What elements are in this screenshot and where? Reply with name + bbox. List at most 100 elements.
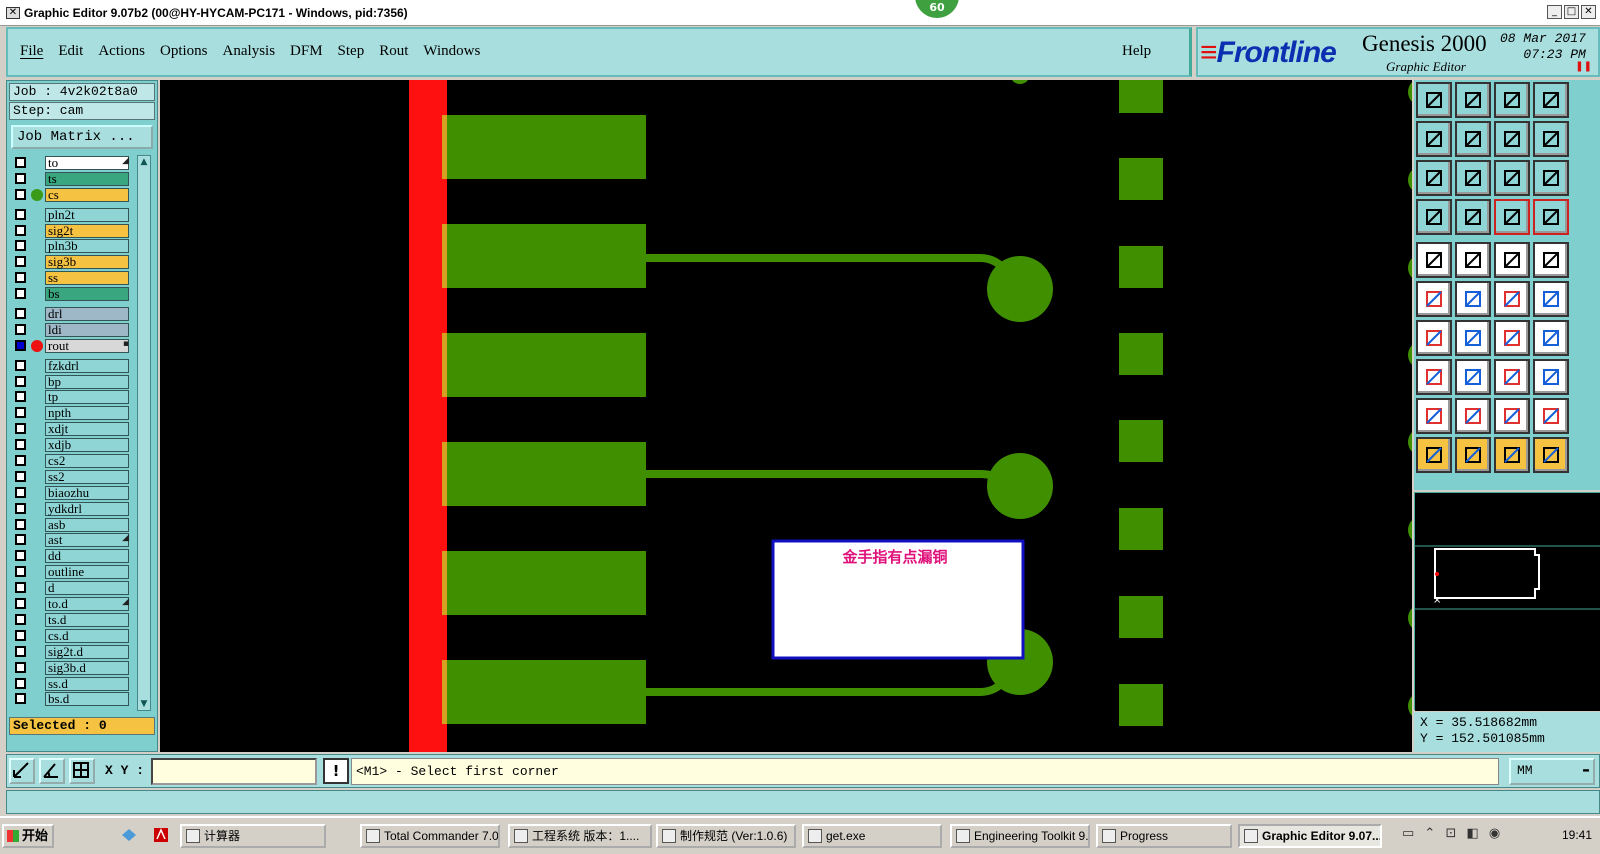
menu-edit[interactable]: Edit <box>58 43 83 59</box>
layer-name[interactable]: ss <box>45 271 129 286</box>
layer-checkbox[interactable] <box>15 339 26 351</box>
layer-row[interactable]: cs.d <box>11 628 133 644</box>
fit-profile-icon[interactable] <box>1455 160 1491 196</box>
pan-right-icon[interactable] <box>1455 121 1491 157</box>
layer-checkbox[interactable] <box>15 256 26 268</box>
layer-checkbox[interactable] <box>15 518 26 530</box>
layer-row[interactable]: cs2 <box>11 453 133 469</box>
layer-checkbox[interactable] <box>15 693 26 705</box>
layer-row[interactable]: bs <box>11 286 133 302</box>
layer-name[interactable]: ydkdrl <box>45 501 129 516</box>
taskbar-button[interactable]: Progress <box>1096 824 1232 848</box>
start-button[interactable]: 开始 <box>2 824 54 848</box>
layer-row[interactable]: ydkdrl <box>11 501 133 517</box>
layer-name[interactable]: ts.d <box>45 612 129 627</box>
layer-checkbox[interactable] <box>15 550 26 562</box>
select-net-icon[interactable] <box>1533 437 1569 473</box>
layer-row[interactable]: d <box>11 580 133 596</box>
layer-name[interactable]: cs2 <box>45 454 129 469</box>
job-matrix-button[interactable]: Job Matrix ... <box>11 125 153 149</box>
layer-name[interactable]: sig2t <box>45 223 129 238</box>
xy-input[interactable] <box>151 758 317 785</box>
layer-name[interactable]: bs <box>45 287 129 302</box>
layer-name[interactable]: to <box>45 156 129 170</box>
filter-icon[interactable] <box>1533 320 1569 356</box>
pan-left-icon[interactable] <box>1416 121 1452 157</box>
layer-name[interactable]: to.d <box>45 597 129 612</box>
layer-name[interactable]: ast <box>45 533 129 548</box>
select-box-icon[interactable] <box>1416 359 1452 395</box>
layer-row[interactable]: bp <box>11 374 133 390</box>
layer-row[interactable]: sig2t.d <box>11 644 133 660</box>
layer-display-dot-icon[interactable] <box>31 339 43 352</box>
layer-name[interactable]: tp <box>45 390 129 405</box>
layer-row[interactable]: ldi <box>11 322 133 338</box>
signal-layer-icon[interactable] <box>1494 199 1530 235</box>
layer-row[interactable]: ss <box>11 270 133 286</box>
layer-checkbox[interactable] <box>15 629 26 641</box>
layer-row[interactable]: pln3b <box>11 238 133 254</box>
layer-checkbox[interactable] <box>15 613 26 625</box>
zoom-home-icon[interactable] <box>1416 82 1452 118</box>
polygon-tool-icon[interactable] <box>1455 242 1491 278</box>
menu-dfm[interactable]: DFM <box>290 43 323 59</box>
menu-windows[interactable]: Windows <box>423 43 480 59</box>
menu-rout[interactable]: Rout <box>379 43 408 59</box>
layer-name[interactable]: ldi <box>45 322 129 337</box>
layer-checkbox[interactable] <box>15 439 26 451</box>
layer-checkbox[interactable] <box>15 288 26 300</box>
menu-analysis[interactable]: Analysis <box>223 43 276 59</box>
layer-checkbox[interactable] <box>15 157 26 168</box>
taskbar-button[interactable]: 计算器 <box>180 824 326 848</box>
quicklaunch-icon[interactable] <box>120 826 138 844</box>
layer-name[interactable]: ts <box>45 171 129 186</box>
snap-icon[interactable] <box>9 758 35 784</box>
layer-checkbox[interactable] <box>15 359 26 371</box>
layer-checkbox[interactable] <box>15 677 26 689</box>
layer-row[interactable]: pln2t <box>11 207 133 223</box>
help-icon[interactable] <box>1533 160 1569 196</box>
layer-checkbox[interactable] <box>15 240 26 252</box>
layer-name[interactable]: sig2t.d <box>45 644 129 659</box>
layer-name[interactable]: ss2 <box>45 469 129 484</box>
angle-icon[interactable] <box>39 758 65 784</box>
layer-checkbox[interactable] <box>15 375 26 387</box>
pause-icon[interactable]: ❚❚ <box>1575 61 1592 72</box>
layer-row[interactable]: outline <box>11 564 133 580</box>
layer-row[interactable]: drl <box>11 306 133 322</box>
layer-row[interactable]: sig3b.d <box>11 660 133 676</box>
text-a-icon[interactable] <box>1494 398 1530 434</box>
layer-row[interactable]: ts <box>11 171 133 187</box>
layer-checkbox[interactable] <box>15 661 26 673</box>
layer-name[interactable]: cs <box>45 187 129 202</box>
angle-line-icon[interactable] <box>1455 320 1491 356</box>
layer-checkbox[interactable] <box>15 534 26 546</box>
layer-name[interactable]: biaozhu <box>45 485 129 500</box>
home-icon[interactable] <box>1494 82 1530 118</box>
layer-row[interactable]: sig3b <box>11 254 133 270</box>
layer-name[interactable]: ss.d <box>45 676 129 691</box>
arc-tool-icon[interactable] <box>1494 320 1530 356</box>
menu-options[interactable]: Options <box>160 43 208 59</box>
layer-checkbox[interactable] <box>15 407 26 419</box>
layer-row[interactable]: xdjb <box>11 437 133 453</box>
ruler-icon[interactable] <box>1494 242 1530 278</box>
menu-actions[interactable]: Actions <box>98 43 145 59</box>
layer-checkbox[interactable] <box>15 391 26 403</box>
layer-checkbox[interactable] <box>15 455 26 467</box>
layer-row[interactable]: ss2 <box>11 469 133 485</box>
minimize-button[interactable]: _ <box>1547 5 1562 19</box>
break-icon[interactable] <box>1455 359 1491 395</box>
layer-name[interactable]: rout <box>45 338 129 353</box>
layer-row[interactable]: biaozhu <box>11 485 133 501</box>
layer-tree-icon[interactable] <box>1533 199 1569 235</box>
grid-icon[interactable] <box>69 758 95 784</box>
taskbar-button[interactable]: Graphic Editor 9.07... <box>1238 824 1382 848</box>
layer-row[interactable]: asb <box>11 517 133 533</box>
select-area-icon[interactable] <box>1455 437 1491 473</box>
taskbar-button[interactable]: get.exe <box>802 824 942 848</box>
layer-checkbox[interactable] <box>15 486 26 498</box>
layer-name[interactable]: xdjb <box>45 438 129 453</box>
taskbar-button[interactable]: Engineering Toolkit 9.... <box>950 824 1090 848</box>
layer-name[interactable]: bs.d <box>45 692 129 707</box>
